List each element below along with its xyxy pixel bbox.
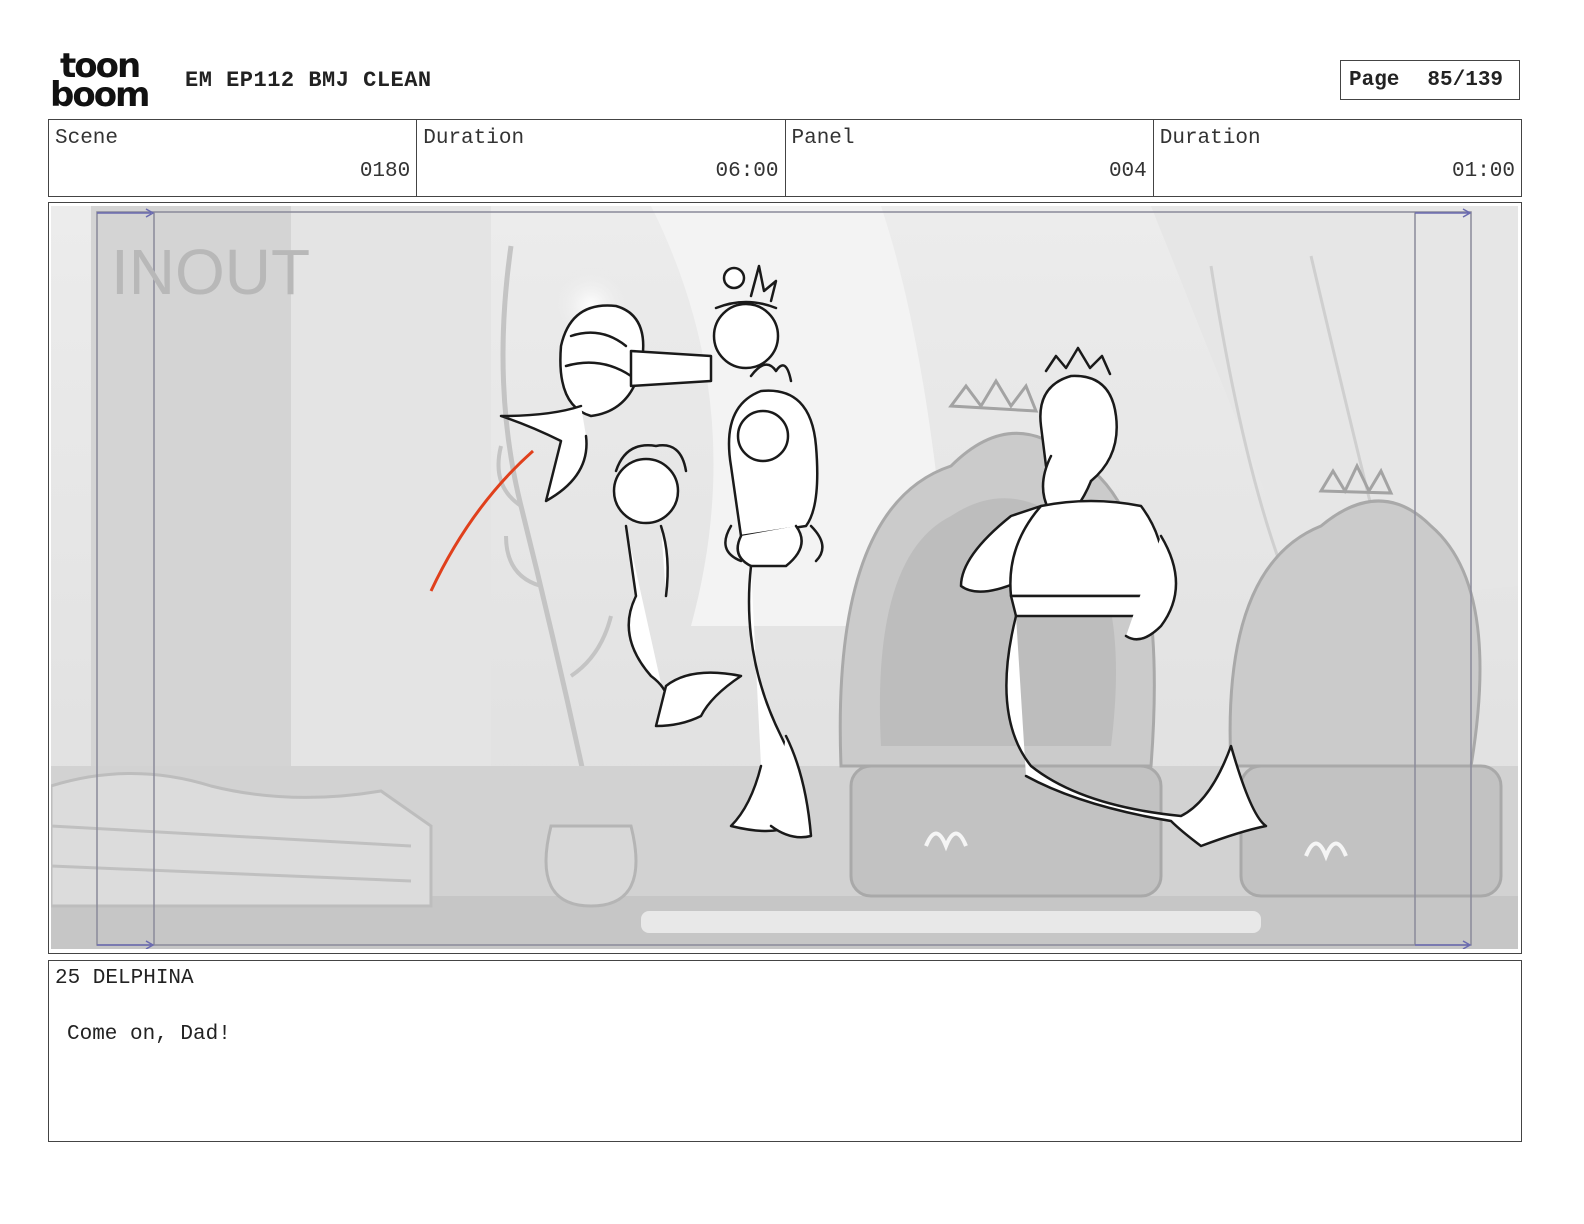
- in-out-overlay: INOUT: [111, 236, 310, 308]
- page-label: Page: [1349, 68, 1400, 92]
- scene-duration-cell: Duration 06:00: [417, 120, 786, 196]
- panel-label: Panel: [791, 127, 855, 150]
- dialogue-speaker: 25 DELPHINA: [55, 967, 194, 990]
- page-number: 85/139: [1427, 68, 1504, 92]
- dialogue-line: Come on, Dad!: [67, 1023, 231, 1046]
- toon-boom-logo: toon boom: [50, 49, 165, 115]
- scene-duration-value: 06:00: [715, 160, 779, 183]
- dialogue-box: 25 DELPHINA Come on, Dad!: [48, 960, 1522, 1142]
- scene-value: 0180: [359, 160, 411, 183]
- panel-info-row: Scene 0180 Duration 06:00 Panel 004 Dura…: [48, 119, 1522, 197]
- storyboard-panel: INOUT: [48, 202, 1522, 954]
- scene-duration-label: Duration: [423, 127, 525, 150]
- logo-text-bottom: boom: [50, 75, 150, 115]
- scene-label: Scene: [55, 127, 119, 150]
- storyboard-drawing: INOUT: [51, 206, 1518, 949]
- bed-frame: [51, 772, 433, 908]
- panel-cell: Panel 004: [786, 120, 1154, 196]
- panel-duration-label: Duration: [1159, 127, 1261, 150]
- document-title: EM EP112 BMJ CLEAN: [185, 68, 432, 93]
- page-indicator: Page 85/139: [1340, 60, 1520, 100]
- panel-duration-value: 01:00: [1451, 160, 1515, 183]
- panel-value: 004: [1108, 160, 1147, 183]
- scene-cell: Scene 0180: [49, 120, 418, 196]
- panel-duration-cell: Duration 01:00: [1154, 120, 1521, 196]
